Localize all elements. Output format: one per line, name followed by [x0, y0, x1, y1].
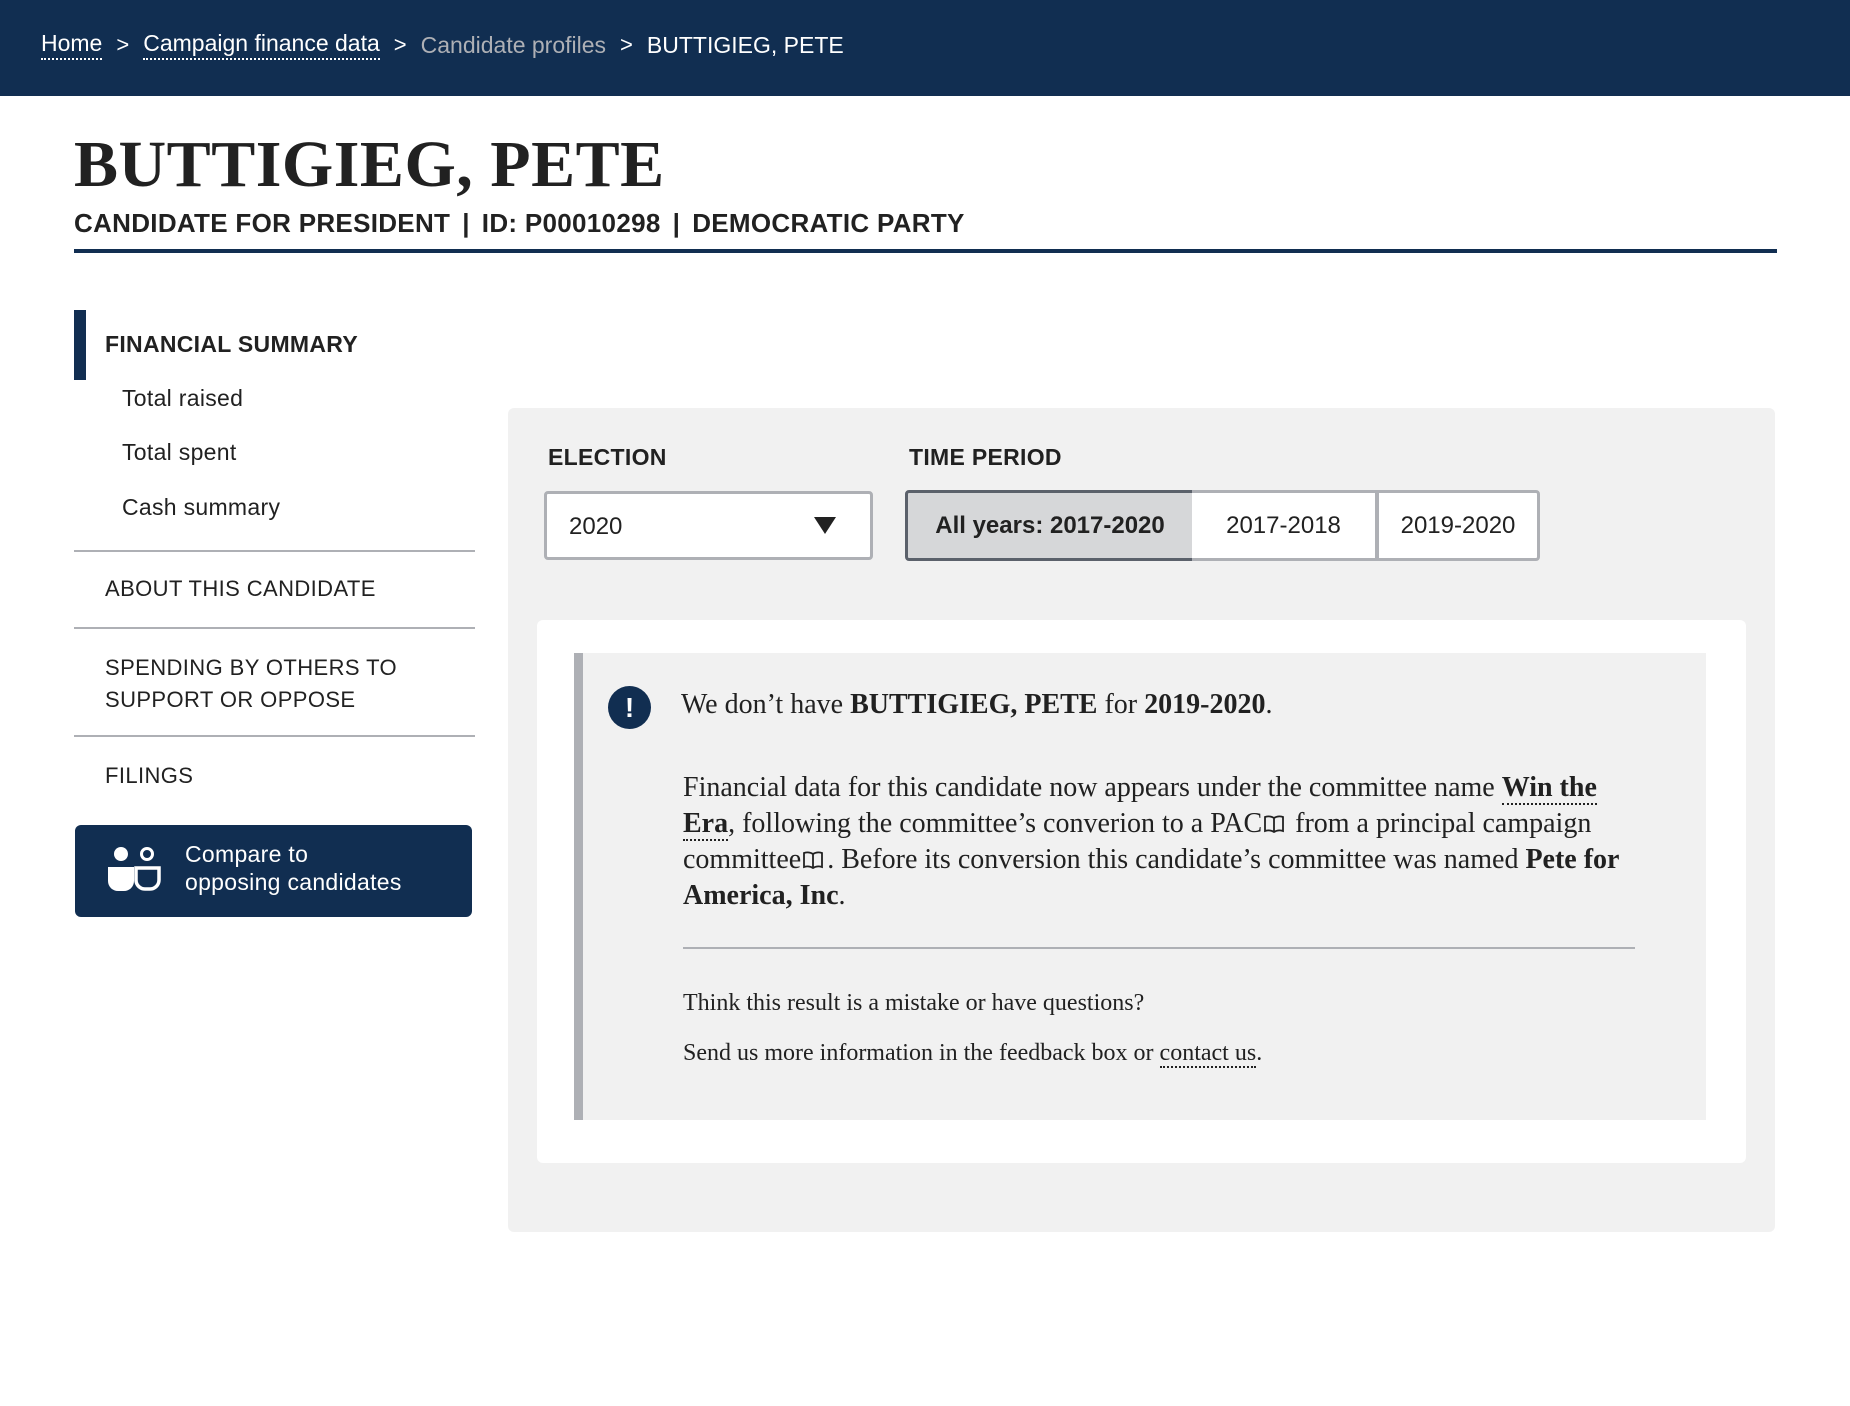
- subtitle-divider: |: [462, 208, 470, 238]
- compare-button-label: Compare to opposing candidates: [185, 840, 402, 896]
- message-lead: We don’t have BUTTIGIEG, PETE for 2019-2…: [681, 689, 1272, 721]
- election-select-value: 2020: [569, 513, 623, 540]
- breadcrumb-bar: Home > Campaign finance data > Candidate…: [0, 0, 1850, 96]
- breadcrumb-current: BUTTIGIEG, PETE: [646, 31, 844, 58]
- sidebar-item-about-candidate[interactable]: ABOUT THIS CANDIDATE: [105, 573, 376, 605]
- time-period-toggle-2017-2018[interactable]: 2017-2018: [1192, 490, 1378, 561]
- sidebar-item-financial-summary[interactable]: FINANCIAL SUMMARY: [105, 331, 358, 358]
- message-text: .: [838, 880, 846, 911]
- message-feedback: Send us more information in the feedback…: [683, 1040, 1263, 1068]
- compare-label-line: Compare to: [185, 841, 309, 867]
- time-period-label: TIME PERIOD: [909, 444, 1062, 470]
- sidebar-item-spending-by-others[interactable]: SPENDING BY OTHERS TO SUPPORT OR OPPOSE: [105, 652, 397, 716]
- election-select[interactable]: 2020: [544, 491, 873, 560]
- compare-opposing-candidates-button[interactable]: Compare to opposing candidates: [75, 825, 472, 917]
- message-divider: [683, 947, 1635, 949]
- message-period: 2019-2020: [1144, 689, 1266, 720]
- sidebar-item-label: SUPPORT OR OPPOSE: [105, 687, 356, 712]
- sidebar-subitem-total-spent[interactable]: Total spent: [122, 439, 237, 466]
- exclamation-icon: !: [608, 686, 651, 729]
- message-body: Financial data for this candidate now ap…: [683, 770, 1643, 914]
- message-text: .: [1265, 689, 1273, 720]
- sidebar-active-indicator: [74, 310, 86, 380]
- sidebar-divider: [74, 735, 475, 737]
- page-title: BUTTIGIEG, PETE: [74, 128, 665, 201]
- message-text: . Before its conversion this candidate’s…: [827, 844, 1526, 875]
- glossary-book-icon[interactable]: [1264, 815, 1285, 833]
- message-candidate-name: BUTTIGIEG, PETE: [850, 689, 1098, 720]
- message-text: for: [1097, 689, 1145, 720]
- glossary-book-icon[interactable]: [803, 851, 824, 869]
- sidebar-divider: [74, 550, 475, 552]
- sidebar-subitem-total-raised[interactable]: Total raised: [122, 385, 243, 412]
- breadcrumb-candidate-profiles: Candidate profiles: [420, 31, 607, 58]
- breadcrumb-home-link[interactable]: Home: [41, 30, 103, 60]
- sidebar-divider: [74, 627, 475, 629]
- message-text: , following the committee’s converion to…: [728, 808, 1263, 839]
- time-period-toggle-2019-2020[interactable]: 2019-2020: [1376, 490, 1540, 561]
- candidate-office: CANDIDATE FOR PRESIDENT: [74, 208, 451, 238]
- breadcrumb: Home > Campaign finance data > Candidate…: [41, 30, 844, 60]
- caret-down-icon: [814, 517, 836, 534]
- candidate-id: ID: P00010298: [481, 208, 661, 238]
- sidebar-item-filings[interactable]: FILINGS: [105, 760, 193, 792]
- message-text: Financial data for this candidate now ap…: [683, 772, 1502, 803]
- election-label: ELECTION: [548, 444, 667, 470]
- breadcrumb-separator: >: [620, 32, 633, 57]
- people-compare-icon: [108, 847, 161, 891]
- message-text: We don’t have: [681, 689, 851, 720]
- message-question: Think this result is a mistake or have q…: [683, 990, 1145, 1016]
- contact-us-link[interactable]: contact us: [1159, 1040, 1257, 1068]
- subtitle-divider: |: [672, 208, 681, 238]
- message-text: .: [1256, 1040, 1263, 1066]
- breadcrumb-separator: >: [393, 32, 407, 57]
- candidate-subtitle: CANDIDATE FOR PRESIDENT | ID: P00010298 | DE…: [74, 208, 965, 239]
- compare-label-line: opposing candidates: [185, 869, 402, 895]
- sidebar-item-label: SPENDING BY OTHERS TO: [105, 655, 398, 680]
- candidate-party: DEMOCRATIC PARTY: [692, 208, 965, 238]
- sidebar-subitem-cash-summary[interactable]: Cash summary: [122, 494, 280, 521]
- breadcrumb-separator: >: [116, 32, 130, 57]
- message-text: Send us more information in the feedback…: [683, 1040, 1160, 1066]
- time-period-toggle-all-years[interactable]: All years: 2017-2020: [905, 490, 1195, 561]
- header-divider: [74, 249, 1777, 253]
- breadcrumb-campaign-finance-link[interactable]: Campaign finance data: [143, 30, 380, 60]
